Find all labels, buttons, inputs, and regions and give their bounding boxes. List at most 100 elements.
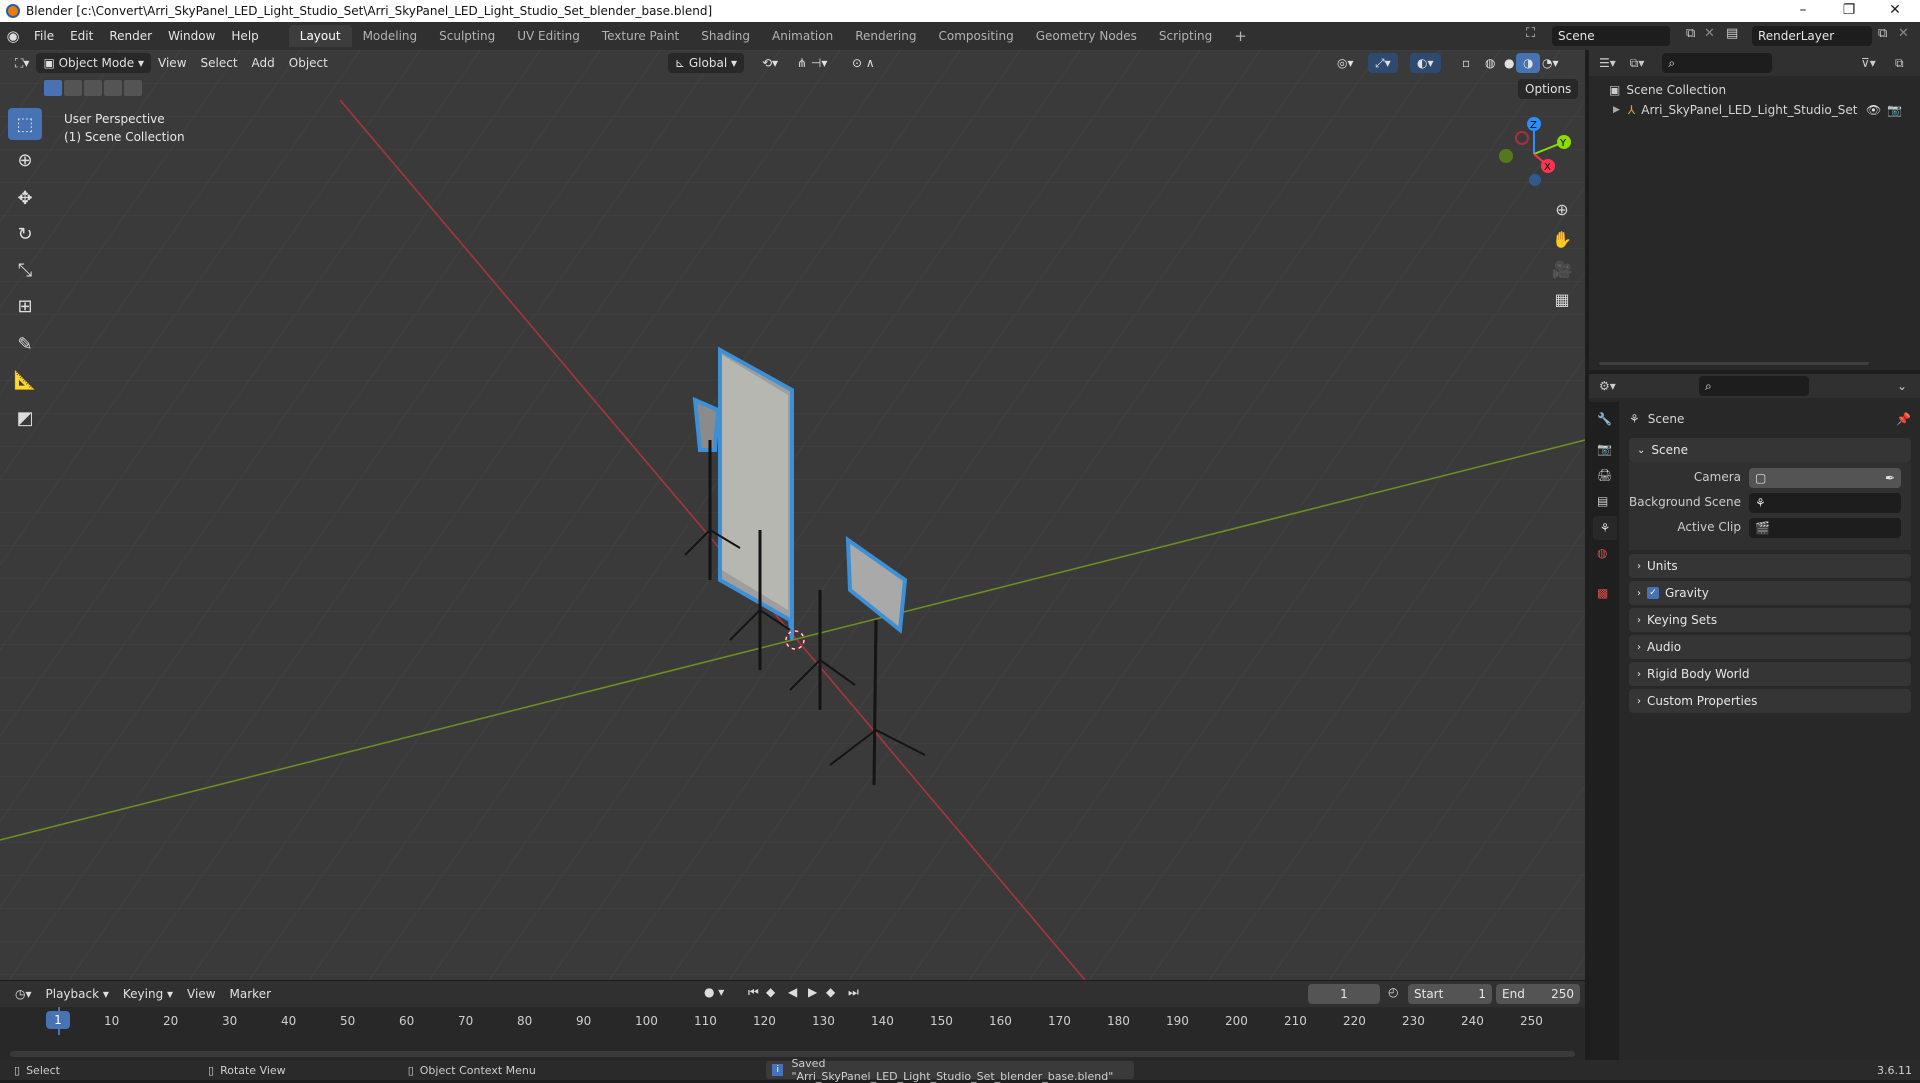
outliner-scrollbar[interactable] [1599, 362, 1869, 365]
scene-name-field[interactable]: Scene [1552, 26, 1670, 46]
add-cube-tool-icon[interactable]: ◩ [8, 402, 42, 434]
timeline-view-menu[interactable]: View [180, 984, 222, 1004]
current-frame-field[interactable]: 1 [1308, 984, 1380, 1004]
properties-search-input[interactable]: ⌕ [1699, 376, 1809, 396]
overlays-toggle-icon[interactable]: ◐▾ [1410, 53, 1441, 73]
tab-shading[interactable]: Shading [690, 25, 761, 47]
prev-keyframe-icon[interactable]: ◆ [766, 985, 775, 999]
select-invert-icon[interactable] [104, 80, 122, 96]
menu-window[interactable]: Window [160, 22, 223, 50]
measure-tool-icon[interactable]: 📐 [8, 364, 42, 396]
keying-menu[interactable]: Keying ▾ [116, 984, 180, 1004]
snap-icon[interactable]: ⋔ ⊣▾ [790, 53, 834, 73]
select-extend-icon[interactable] [64, 80, 82, 96]
tab-layout[interactable]: Layout [288, 25, 352, 47]
ortho-grid-icon[interactable]: ▦ [1548, 285, 1576, 313]
pin-icon[interactable]: 📌 [1896, 412, 1911, 426]
properties-editor-type-icon[interactable]: ⚙▾ [1599, 379, 1616, 393]
minimize-button[interactable]: – [1780, 0, 1826, 22]
mode-dropdown[interactable]: ▣ Object Mode ▾ [36, 53, 152, 73]
new-collection-icon[interactable]: ⧉ [1895, 56, 1904, 71]
scene-tab-icon[interactable]: ⚘ [1593, 516, 1617, 540]
start-frame-field[interactable]: Start 1 [1408, 984, 1492, 1004]
visibility-icon[interactable]: ◎▾ [1330, 53, 1361, 73]
next-keyframe-icon[interactable]: ◆ [826, 985, 835, 999]
camera-field[interactable]: ▢ ✒ [1749, 468, 1901, 488]
world-tab-icon[interactable]: ◍ [1597, 546, 1607, 560]
select-subtract-icon[interactable] [84, 80, 102, 96]
outliner-editor-type-icon[interactable]: ☰▾ [1599, 56, 1616, 70]
maximize-button[interactable]: ❐ [1826, 0, 1872, 22]
rotate-tool-icon[interactable]: ↻ [8, 218, 42, 250]
output-tab-icon[interactable]: 🖨 [1597, 468, 1612, 482]
tab-sculpting[interactable]: Sculpting [428, 25, 506, 47]
zoom-icon[interactable]: ⊕ [1548, 195, 1576, 223]
eyedropper-icon[interactable]: ✒ [1885, 468, 1895, 488]
outliner-scene-collection[interactable]: ▣ Scene Collection [1609, 80, 1726, 100]
view-layer-field[interactable]: RenderLayer [1752, 26, 1872, 46]
select-intersect-icon[interactable] [124, 80, 142, 96]
tab-rendering[interactable]: Rendering [844, 25, 927, 47]
play-reverse-icon[interactable]: ◀ [788, 985, 797, 999]
new-view-layer-icon[interactable]: ⧉ [1878, 26, 1887, 41]
transform-orientation-dropdown[interactable]: ⊾ Global ▾ [668, 53, 744, 73]
scene-selector-icon[interactable]: ⛶ [1526, 26, 1535, 41]
menu-select[interactable]: Select [194, 53, 245, 73]
properties-options-icon[interactable]: ⌄ [1897, 379, 1907, 393]
rigid-body-panel-header[interactable]: › Rigid Body World [1629, 662, 1911, 686]
close-button[interactable]: ✕ [1872, 0, 1918, 22]
new-scene-icon[interactable]: ⧉ [1686, 26, 1695, 41]
texture-tab-icon[interactable]: ▩ [1597, 586, 1608, 600]
tab-texture-paint[interactable]: Texture Paint [591, 25, 690, 47]
jump-start-icon[interactable]: ⏮ [748, 985, 759, 1000]
eye-visibility-icon[interactable]: 👁 [1866, 103, 1881, 117]
blender-menu-icon[interactable]: ◉ [0, 27, 26, 45]
end-frame-field[interactable]: End 250 [1496, 984, 1580, 1004]
marker-menu[interactable]: Marker [223, 984, 278, 1004]
tab-compositing[interactable]: Compositing [927, 25, 1024, 47]
rendered-shading-icon[interactable]: ◔▾ [1535, 53, 1566, 73]
transform-tool-icon[interactable]: ⊞ [8, 290, 42, 322]
expand-arrow-icon[interactable]: ▶ [1613, 105, 1620, 115]
record-icon[interactable]: ● ▾ [704, 985, 724, 999]
select-new-icon[interactable] [44, 80, 62, 96]
audio-panel-header[interactable]: › Audio [1629, 635, 1911, 659]
tab-animation[interactable]: Animation [761, 25, 844, 47]
delete-view-layer-icon[interactable]: ✕ [1898, 26, 1909, 41]
editor-type-icon[interactable]: ⛶▾ [8, 53, 36, 73]
gravity-panel-header[interactable]: › ✓ Gravity [1629, 581, 1911, 605]
gizmo-toggle-icon[interactable]: ⤢▾ [1368, 53, 1398, 73]
playback-menu[interactable]: Playback ▾ [39, 984, 116, 1004]
options-dropdown[interactable]: Options [1518, 79, 1579, 99]
pivot-point-icon[interactable]: ⟲▾ [755, 53, 785, 73]
filter-icon[interactable]: ⊽▾ [1861, 56, 1876, 70]
tab-modeling[interactable]: Modeling [352, 25, 429, 47]
xray-toggle-icon[interactable]: ▫ [1455, 53, 1477, 73]
menu-help[interactable]: Help [223, 22, 266, 50]
tab-scripting[interactable]: Scripting [1148, 25, 1223, 47]
annotate-tool-icon[interactable]: ✎ [8, 328, 42, 360]
render-tab-icon[interactable]: 📷 [1597, 442, 1612, 456]
menu-file[interactable]: File [26, 22, 62, 50]
gravity-checkbox[interactable]: ✓ [1647, 587, 1659, 599]
render-camera-icon[interactable]: 📷 [1887, 103, 1902, 117]
jump-end-icon[interactable]: ⏭ [848, 985, 859, 1000]
display-mode-icon[interactable]: ⧉▾ [1630, 56, 1645, 71]
scene-panel-header[interactable]: ⌄ Scene [1629, 438, 1911, 462]
view-layer-icon[interactable]: ▤ [1726, 26, 1738, 41]
3d-viewport[interactable] [0, 50, 1585, 980]
preview-range-icon[interactable]: ◴ [1388, 985, 1398, 999]
menu-view[interactable]: View [151, 53, 193, 73]
delete-scene-icon[interactable]: ✕ [1704, 26, 1715, 41]
timeline-editor-type-icon[interactable]: ◷▾ [8, 984, 39, 1004]
active-clip-field[interactable]: 🎬 [1749, 518, 1901, 538]
background-scene-field[interactable]: ⚘ [1749, 493, 1901, 513]
pan-hand-icon[interactable]: ✋ [1548, 225, 1576, 253]
tab-uv-editing[interactable]: UV Editing [506, 25, 591, 47]
menu-add[interactable]: Add [245, 53, 282, 73]
custom-properties-panel-header[interactable]: › Custom Properties [1629, 689, 1911, 713]
navigation-gizmo[interactable]: Z Y X [1492, 112, 1576, 192]
menu-object[interactable]: Object [282, 53, 335, 73]
select-box-tool-icon[interactable]: ⬚ [8, 108, 42, 140]
outliner-item[interactable]: ▶ ⅄ Arri_SkyPanel_LED_Light_Studio_Set 👁… [1613, 100, 1913, 120]
